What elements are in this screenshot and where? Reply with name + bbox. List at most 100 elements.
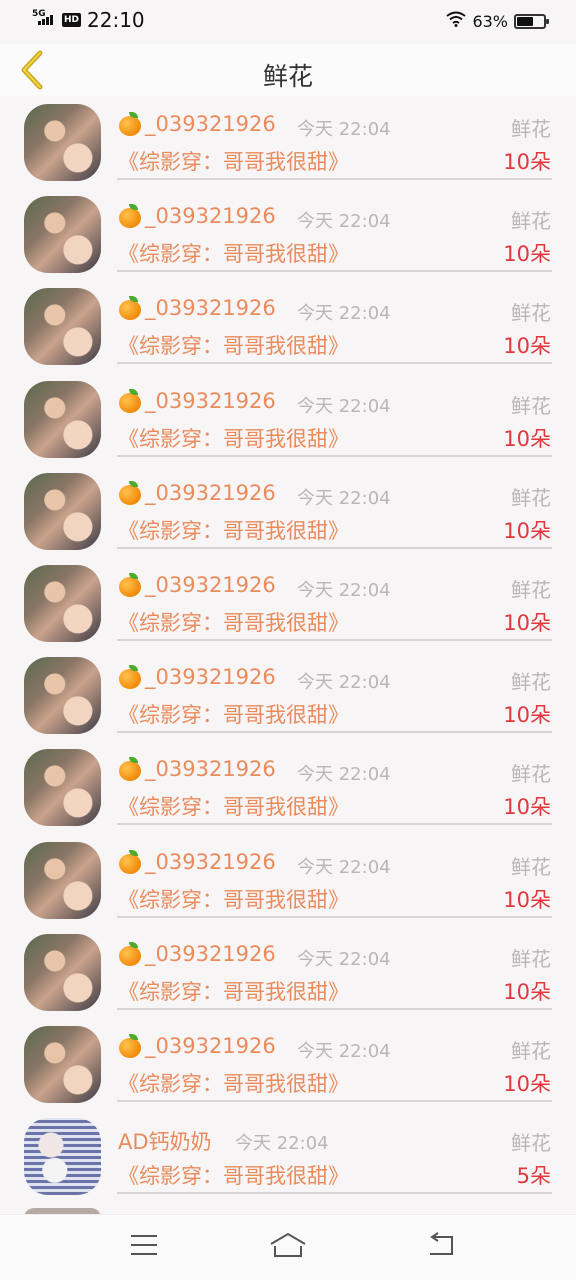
status-bar: 5G HD 22:10 63% — [0, 0, 576, 44]
avatar[interactable] — [24, 1118, 101, 1196]
gift-type: 鲜花 — [511, 393, 551, 418]
book-title[interactable]: 《综影穿：哥哥我很甜》 — [118, 699, 349, 729]
orange-emoji-icon — [118, 941, 142, 966]
book-title[interactable]: 《综影穿：哥哥我很甜》 — [118, 607, 349, 637]
user-name[interactable]: _039321926 — [118, 388, 276, 413]
user-name-text: _039321926 — [145, 112, 276, 136]
orange-emoji-icon — [118, 204, 142, 229]
list-item[interactable]: _039321926 今天 22:04 鲜花 《综影穿：哥哥我很甜》 10朵 — [0, 741, 576, 833]
gift-type: 鲜花 — [511, 1131, 551, 1156]
avatar[interactable] — [24, 472, 101, 550]
user-name[interactable]: _039321926 — [118, 296, 276, 321]
user-name-text: _039321926 — [145, 665, 276, 690]
gift-time: 今天 22:04 — [297, 579, 391, 601]
book-title[interactable]: 《综影穿：哥哥我很甜》 — [118, 791, 349, 821]
wifi-icon — [446, 11, 467, 31]
divider — [117, 1192, 552, 1195]
avatar[interactable] — [24, 657, 101, 735]
orange-emoji-icon — [118, 480, 142, 505]
avatar[interactable] — [24, 841, 101, 919]
book-title[interactable]: 《综影穿：哥哥我很甜》 — [118, 884, 349, 914]
orange-emoji-icon — [118, 757, 142, 782]
gift-time: 今天 22:04 — [297, 119, 391, 140]
page-title: 鲜花 — [262, 62, 313, 91]
gift-time: 今天 22:04 — [297, 303, 391, 325]
user-name[interactable]: _039321926 — [118, 204, 276, 229]
gift-count: 10朵 — [503, 887, 551, 912]
user-name-text: AD钙奶奶 — [118, 1130, 212, 1155]
user-name-text: _039321926 — [145, 1033, 276, 1058]
back-nav-button[interactable] — [418, 1229, 462, 1265]
avatar[interactable] — [24, 933, 101, 1011]
user-name[interactable]: _039321926 — [118, 572, 276, 597]
gift-count: 10朵 — [503, 610, 551, 635]
book-title[interactable]: 《综影穿：哥哥我很甜》 — [118, 976, 349, 1006]
book-title[interactable]: 《综影穿：哥哥我很甜》 — [118, 1160, 349, 1190]
home-button[interactable] — [266, 1229, 310, 1265]
gift-type: 鲜花 — [511, 670, 551, 695]
book-title[interactable]: 《综影穿：哥哥我很甜》 — [118, 238, 349, 268]
gift-type: 鲜花 — [511, 301, 551, 326]
user-name[interactable]: AD钙奶奶 — [118, 1126, 212, 1156]
gift-count: 10朵 — [503, 150, 551, 174]
book-title[interactable]: 《综影穿：哥哥我很甜》 — [118, 146, 349, 176]
book-title[interactable]: 《综影穿：哥哥我很甜》 — [118, 1068, 349, 1098]
user-name[interactable]: _039321926 — [118, 480, 276, 505]
list-item[interactable]: _039321926 今天 22:04 鲜花 《综影穿：哥哥我很甜》 10朵 — [0, 280, 576, 372]
gift-time: 今天 22:04 — [297, 948, 391, 970]
avatar[interactable] — [24, 1025, 101, 1103]
avatar[interactable] — [24, 564, 101, 642]
divider — [117, 454, 552, 457]
user-name[interactable]: _039321926 — [118, 941, 276, 966]
book-title[interactable]: 《综影穿：哥哥我很甜》 — [118, 330, 349, 360]
avatar[interactable] — [24, 749, 101, 827]
divider — [117, 638, 552, 641]
avatar[interactable] — [24, 288, 101, 366]
book-title[interactable]: 《综影穿：哥哥我很甜》 — [118, 515, 349, 545]
list-item[interactable]: _039321926 今天 22:04 鲜花 《综影穿：哥哥我很甜》 10朵 — [0, 649, 576, 741]
orange-emoji-icon — [118, 296, 142, 321]
avatar[interactable] — [24, 380, 101, 458]
gift-count: 10朵 — [503, 795, 551, 820]
list-item[interactable]: _039321926 今天 22:04 鲜花 《综影穿：哥哥我很甜》 10朵 — [0, 834, 576, 926]
avatar[interactable] — [24, 196, 101, 274]
user-name[interactable]: _039321926 — [118, 849, 276, 874]
orange-emoji-icon — [118, 112, 142, 136]
user-name[interactable]: _039321926 — [118, 112, 276, 136]
gift-count: 10朵 — [503, 334, 551, 359]
list-item[interactable]: _039321926 今天 22:04 鲜花 《综影穿：哥哥我很甜》 10朵 — [0, 926, 576, 1018]
user-name-text: _039321926 — [145, 757, 276, 782]
gift-time: 今天 22:04 — [235, 1133, 329, 1155]
list-item[interactable]: _039321926 今天 22:04 鲜花 《综影穿：哥哥我很甜》 10朵 — [0, 373, 576, 465]
gift-time: 今天 22:04 — [297, 395, 391, 417]
list-item[interactable]: _039321926 今天 22:04 鲜花 《综影穿：哥哥我很甜》 10朵 — [0, 96, 576, 188]
menu-button[interactable] — [122, 1229, 166, 1265]
user-name[interactable]: _039321926 — [118, 665, 276, 690]
gift-type: 鲜花 — [511, 117, 551, 141]
back-icon — [424, 1232, 456, 1262]
list-item[interactable]: _039321926 今天 22:04 鲜花 《综影穿：哥哥我很甜》 10朵 — [0, 557, 576, 649]
book-title[interactable]: 《综影穿：哥哥我很甜》 — [118, 423, 349, 453]
gift-type: 鲜花 — [511, 854, 551, 879]
divider — [117, 178, 552, 180]
user-name[interactable]: _039321926 — [118, 757, 276, 782]
divider — [117, 546, 552, 549]
user-name[interactable]: _039321926 — [118, 1033, 276, 1058]
user-name-text: _039321926 — [145, 480, 276, 505]
list-item[interactable]: _039321926 今天 22:04 鲜花 《综影穿：哥哥我很甜》 10朵 — [0, 1018, 576, 1110]
gift-type: 鲜花 — [511, 485, 551, 510]
navigation-bar — [0, 1214, 576, 1280]
list-item[interactable]: AD钙奶奶 今天 22:04 鲜花 《综影穿：哥哥我很甜》 5朵 — [0, 1110, 576, 1202]
list-item[interactable]: _039321926 今天 22:04 鲜花 《综影穿：哥哥我很甜》 10朵 — [0, 188, 576, 280]
user-name-text: _039321926 — [145, 572, 276, 597]
user-name-text: _039321926 — [145, 941, 276, 966]
orange-emoji-icon — [118, 1033, 142, 1058]
menu-icon — [129, 1233, 159, 1261]
divider — [117, 362, 552, 365]
header: 鲜花 — [0, 44, 576, 96]
user-name-text: _039321926 — [145, 388, 276, 413]
gift-type: 鲜花 — [511, 762, 551, 787]
avatar[interactable] — [24, 104, 101, 181]
divider — [117, 1099, 552, 1102]
list-item[interactable]: _039321926 今天 22:04 鲜花 《综影穿：哥哥我很甜》 10朵 — [0, 465, 576, 557]
